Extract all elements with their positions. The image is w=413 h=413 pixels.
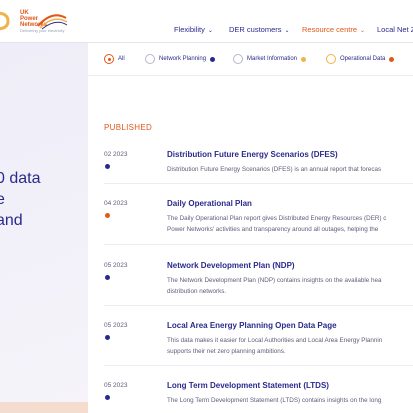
category-dot-icon	[105, 395, 110, 400]
hero-panel: 0 data e and	[0, 43, 88, 413]
filter-label: Operational Data	[340, 56, 386, 62]
site-header: UK Power Networks Delivering your electr…	[0, 0, 413, 43]
nav-label: Flexibility	[174, 25, 205, 34]
divider	[104, 305, 413, 306]
filter-market-information[interactable]: Market Information	[233, 52, 307, 66]
category-dot-icon	[105, 275, 110, 280]
category-dot-icon	[210, 56, 216, 62]
item-date: 05 2023	[104, 262, 128, 269]
hero-accent-bar	[0, 402, 88, 413]
item-description: The Long Term Development Statement (LTD…	[167, 397, 382, 404]
nav-resource-centre[interactable]: Resource centre ⌄	[302, 25, 365, 34]
item-description: This data makes it easier for Local Auth…	[167, 337, 383, 355]
nav-label: Resource centre	[302, 25, 358, 34]
chevron-down-icon: ⌄	[284, 28, 290, 34]
item-title-link[interactable]: Daily Operational Plan	[167, 199, 252, 208]
item-date: 05 2023	[104, 322, 128, 329]
item-description: The Network Development Plan (NDP) conta…	[167, 277, 382, 295]
filter-bar: All Network Planning Market Information …	[88, 43, 413, 76]
item-title-link[interactable]: Long Term Development Statement (LTDS)	[167, 381, 329, 390]
category-dot-icon	[389, 56, 395, 62]
nav-der-customers[interactable]: DER customers ⌄	[229, 25, 290, 34]
divider	[104, 365, 413, 366]
filter-label: All	[118, 56, 125, 62]
hero-heading: 0 data e and	[0, 170, 41, 229]
item-title-link[interactable]: Local Area Energy Planning Open Data Pag…	[167, 321, 337, 330]
filter-label: Market Information	[247, 56, 298, 62]
logo-mark-icon	[0, 10, 14, 32]
radio-selected-icon[interactable]	[104, 54, 114, 64]
item-description: Distribution Future Energy Scenarios (DF…	[167, 166, 382, 173]
nav-flexibility[interactable]: Flexibility ⌄	[174, 25, 213, 34]
item-description: The Daily Operational Plan report gives …	[167, 215, 387, 233]
category-dot-icon	[301, 56, 307, 62]
radio-icon[interactable]	[326, 54, 336, 64]
item-date: 05 2023	[104, 382, 128, 389]
nav-local-net-zero[interactable]: Local Net Z	[377, 25, 413, 34]
item-date: 04 2023	[104, 200, 128, 207]
category-dot-icon	[105, 164, 110, 169]
nav-label: Local Net Z	[377, 25, 413, 34]
divider	[104, 183, 413, 184]
category-dot-icon	[105, 213, 110, 218]
filter-label: Network Planning	[159, 56, 207, 62]
divider	[104, 244, 413, 245]
category-dot-icon	[105, 335, 110, 340]
item-date: 02 2023	[104, 151, 128, 158]
radio-icon[interactable]	[145, 54, 155, 64]
chevron-down-icon: ⌄	[207, 28, 213, 34]
radio-icon[interactable]	[233, 54, 243, 64]
filter-network-planning[interactable]: Network Planning	[145, 52, 216, 66]
item-title-link[interactable]: Network Development Plan (NDP)	[167, 261, 295, 270]
logo-swoosh-icon	[37, 14, 68, 30]
chevron-down-icon: ⌄	[360, 28, 366, 34]
item-title-link[interactable]: Distribution Future Energy Scenarios (DF…	[167, 150, 338, 159]
nav-label: DER customers	[229, 25, 282, 34]
filter-all[interactable]: All	[104, 52, 125, 66]
filter-operational-data[interactable]: Operational Data	[326, 52, 395, 66]
section-label: PUBLISHED	[104, 123, 153, 132]
